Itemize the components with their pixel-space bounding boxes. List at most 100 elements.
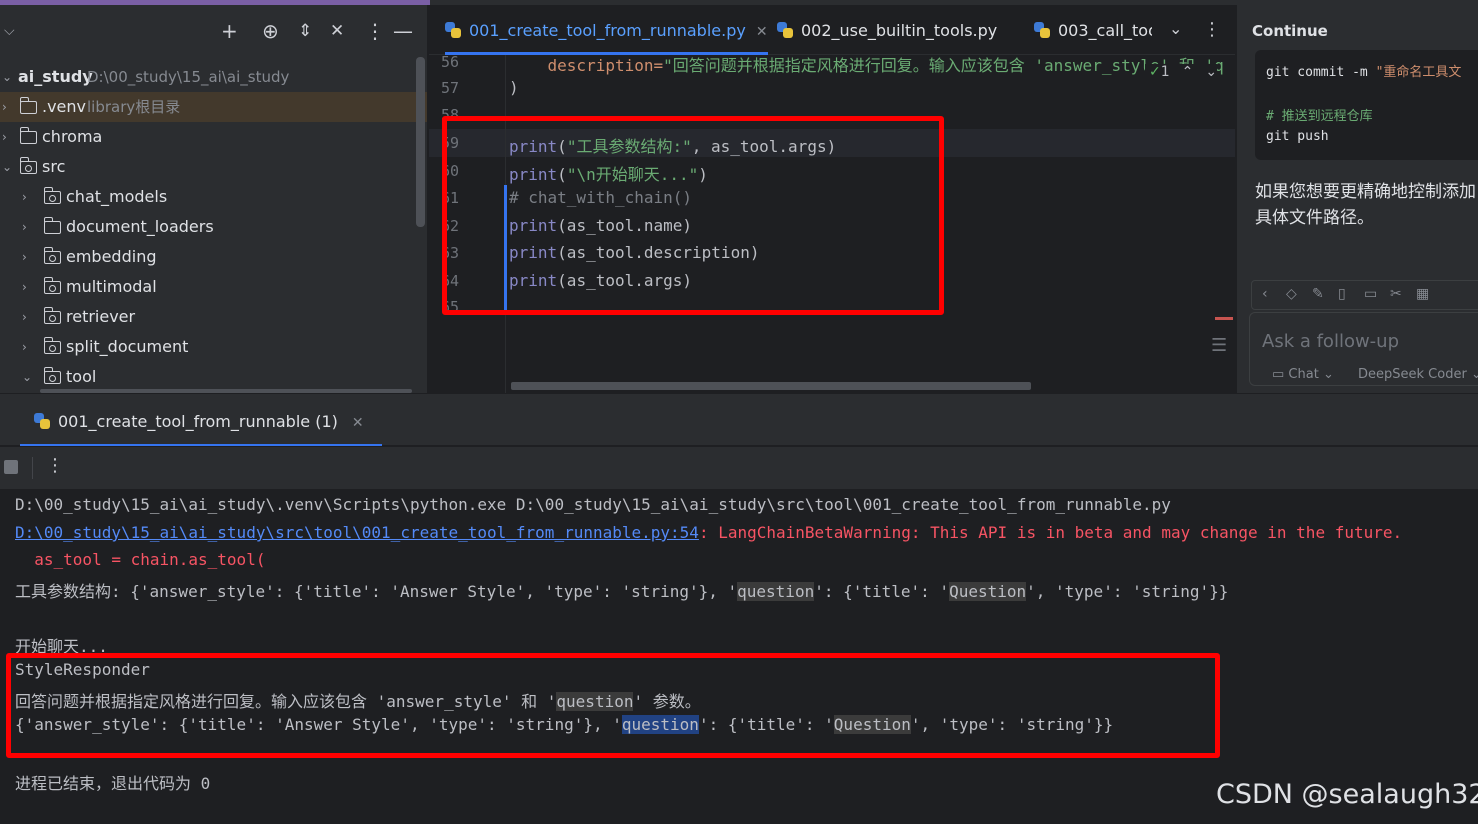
project-scrollbar[interactable] xyxy=(416,57,425,227)
chevron-left-icon[interactable]: ‹ xyxy=(1262,286,1268,302)
tree-item-tool[interactable]: ⌄ tool xyxy=(0,362,427,392)
console-highlight: Question xyxy=(949,582,1027,601)
tree-item-multimodal[interactable]: › multimodal xyxy=(0,272,427,302)
chevron-down-icon[interactable]: ⌄ xyxy=(22,362,32,392)
pencil-icon[interactable]: ✎ xyxy=(1312,286,1324,302)
inspection-count: 1 xyxy=(1160,64,1170,80)
chevron-down-icon[interactable]: ⌄ xyxy=(1205,64,1217,80)
close-icon[interactable]: ✕ xyxy=(756,24,768,40)
tab-003-call-tool[interactable]: 003_call_too xyxy=(1034,5,1152,55)
tree-item-path: D:\00_study\15_ai\ai_study xyxy=(87,68,290,86)
line-number: 58 xyxy=(441,106,460,124)
run-toolbar: ⋮ xyxy=(0,447,1478,489)
error-stripe-marker[interactable] xyxy=(1215,317,1233,320)
structure-icon[interactable]: ☰ xyxy=(1211,335,1227,356)
chevron-right-icon[interactable]: › xyxy=(22,272,27,302)
project-panel: ⌵ + ⊕ ⇕ ✕ ⋮ — ⌄ ai_study D:\00_study\15_… xyxy=(0,5,428,393)
console-text: ': {'title': ' xyxy=(814,582,950,601)
chat-model-label: DeepSeek Coder xyxy=(1358,367,1467,382)
chat-code-comment: # 推送到远程仓库 xyxy=(1266,109,1373,124)
tree-item-root[interactable]: ⌄ ai_study D:\00_study\15_ai\ai_study xyxy=(0,62,427,92)
expand-all-icon[interactable]: ⇕ xyxy=(298,21,312,41)
tree-item-label: multimodal xyxy=(66,277,157,296)
inspection-widget[interactable]: ✓1 ⌃ ⌄ xyxy=(1145,64,1218,80)
tree-item-chat-models[interactable]: › chat_models xyxy=(0,182,427,212)
add-icon[interactable]: + xyxy=(221,21,238,41)
console-warning-line: D:\00_study\15_ai\ai_study\src\tool\001_… xyxy=(15,523,1402,542)
chevron-up-icon[interactable]: ⌃ xyxy=(1182,64,1194,80)
chat-message-line: 具体文件路径。 xyxy=(1255,208,1374,228)
chat-input-placeholder[interactable]: Ask a follow-up xyxy=(1262,331,1399,352)
tree-item-embedding[interactable]: › embedding xyxy=(0,242,427,272)
tree-item-chroma[interactable]: › chroma xyxy=(0,122,427,152)
tree-item-label: tool xyxy=(66,367,97,386)
tree-item-src[interactable]: ⌄ src xyxy=(0,152,427,182)
tree-item-label: chat_models xyxy=(66,187,168,206)
console-highlight: question xyxy=(556,692,634,711)
chat-model-select[interactable]: DeepSeek Coder ⌄ xyxy=(1358,367,1478,382)
line-number: 62 xyxy=(441,217,460,235)
chevron-down-icon: ⌄ xyxy=(1322,367,1334,382)
console-text: ' 参数。 xyxy=(633,692,701,711)
chat-mode-label: Chat xyxy=(1288,367,1319,382)
chevron-right-icon[interactable]: › xyxy=(22,332,27,362)
code-line-56[interactable]: description="回答问题并根据指定风格进行回复。输入应该包含 'ans… xyxy=(509,52,1224,76)
tree-item-retriever[interactable]: › retriever xyxy=(0,302,427,332)
code-line-59[interactable]: print("工具参数结构:", as_tool.args) xyxy=(509,133,836,157)
run-tab[interactable]: 001_create_tool_from_runnable (1) ✕ xyxy=(20,394,382,446)
collapse-all-icon[interactable]: ✕ xyxy=(330,21,344,41)
chat-code-line: git push xyxy=(1266,129,1329,144)
chat-message: 如果您想要更精确地控制添加 具体文件路径。 xyxy=(1255,179,1478,231)
chevron-down-icon[interactable]: ⌄ xyxy=(2,62,12,92)
tab-label: 003_call_too xyxy=(1058,21,1152,40)
chevron-right-icon[interactable]: › xyxy=(22,242,27,272)
chat-action-bar: ‹ ◇ ✎ ▯ ▭ ✂ ▦ xyxy=(1251,280,1478,310)
more-options-icon[interactable]: ⋮ xyxy=(46,455,64,476)
tree-item-venv[interactable]: › .venv library根目录 xyxy=(0,92,427,122)
console-file-link[interactable]: D:\00_study\15_ai\ai_study\src\tool\001_… xyxy=(15,523,699,542)
chat-input-box[interactable]: Ask a follow-up ▭ Chat ⌄ DeepSeek Coder … xyxy=(1249,312,1478,386)
chat-mode-select[interactable]: ▭ Chat ⌄ xyxy=(1272,367,1334,382)
ai-chat-panel: Continue git commit -m "重命名工具文 # 推送到远程仓库… xyxy=(1236,5,1478,393)
code-line-63[interactable]: print(as_tool.description) xyxy=(509,243,759,262)
code-token: (as_tool.description) xyxy=(557,243,760,262)
cube-icon[interactable]: ◇ xyxy=(1286,286,1297,302)
chevron-down-icon[interactable]: ⌄ xyxy=(1169,19,1182,38)
chevron-down-icon[interactable]: ⌵ xyxy=(4,21,15,41)
more-options-icon[interactable]: ⋮ xyxy=(365,21,385,41)
console-start-chat: 开始聊天... xyxy=(15,637,108,656)
chevron-right-icon[interactable]: › xyxy=(22,302,27,332)
code-line-62[interactable]: print(as_tool.name) xyxy=(509,216,692,235)
code-line-61[interactable]: # chat_with_chain() xyxy=(509,188,692,207)
code-token: (as_tool.args) xyxy=(557,271,693,290)
code-token: , as_tool.args) xyxy=(691,137,837,156)
tree-item-label: document_loaders xyxy=(66,217,214,236)
close-icon[interactable]: ✕ xyxy=(352,415,364,431)
code-token: (as_tool.name) xyxy=(557,216,693,235)
chevron-right-icon[interactable]: › xyxy=(22,182,27,212)
code-token: description= xyxy=(509,56,664,75)
code-line-60[interactable]: print("\n开始聊天...") xyxy=(509,161,708,185)
tree-item-split-document[interactable]: › split_document xyxy=(0,332,427,362)
tab-002-use-builtin-tools[interactable]: 002_use_builtin_tools.py xyxy=(777,5,997,55)
console-text: 工具参数结构: {'answer_style': {'title': 'Answ… xyxy=(15,582,738,601)
grid-icon[interactable]: ▦ xyxy=(1416,286,1429,302)
project-horizontal-scrollbar[interactable] xyxy=(40,389,412,393)
tools-icon[interactable]: ✂ xyxy=(1390,286,1402,302)
stop-icon[interactable] xyxy=(4,460,18,474)
code-builtin: print xyxy=(509,165,558,184)
minimize-icon[interactable]: — xyxy=(393,21,413,41)
more-options-icon[interactable]: ⋮ xyxy=(1203,19,1221,40)
comment-icon[interactable]: ▭ xyxy=(1364,286,1377,302)
tab-001-create-tool[interactable]: 001_create_tool_from_runnable.py ✕ xyxy=(445,5,768,55)
chevron-right-icon[interactable]: › xyxy=(22,212,27,242)
chevron-right-icon[interactable]: › xyxy=(2,92,7,122)
code-line-57[interactable]: ) xyxy=(509,78,519,97)
chevron-right-icon[interactable]: › xyxy=(2,122,7,152)
target-icon[interactable]: ⊕ xyxy=(262,21,279,41)
book-icon[interactable]: ▯ xyxy=(1338,286,1346,302)
editor-horizontal-scrollbar[interactable] xyxy=(511,382,1031,390)
chevron-down-icon[interactable]: ⌄ xyxy=(2,152,12,182)
tree-item-document-loaders[interactable]: › document_loaders xyxy=(0,212,427,242)
code-line-64[interactable]: print(as_tool.args) xyxy=(509,271,692,290)
